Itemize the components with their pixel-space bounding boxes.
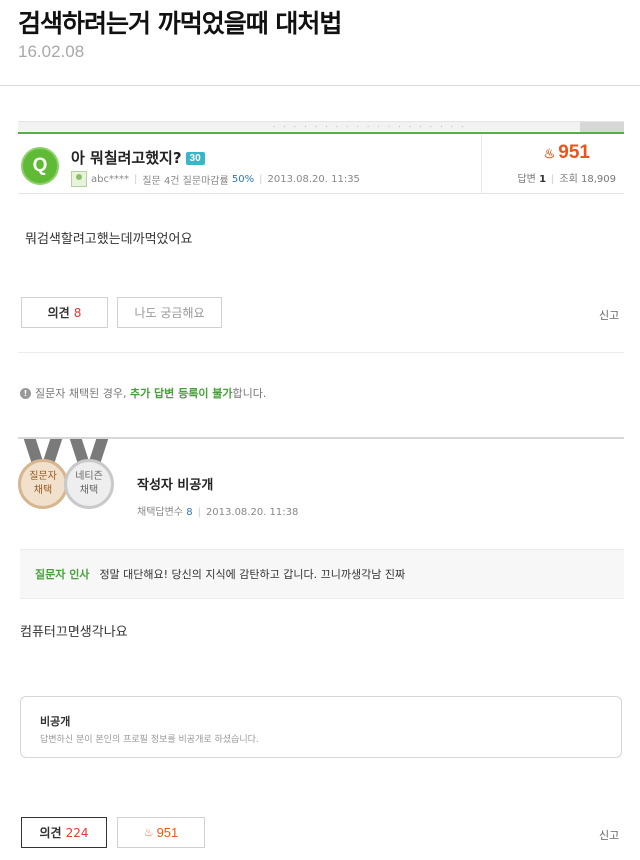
asker-adopted-medal-icon: 질문자 채택: [18, 439, 68, 521]
answer-meta: 채택답변수 8 | 2013.08.20. 11:38: [137, 507, 299, 518]
question-title-text: 아 뭐칠려고했지?: [71, 149, 182, 167]
private-profile-desc: 답변하신 분이 본인의 프로필 정보를 비공개로 하셨습니다.: [40, 735, 259, 745]
question-datetime: 2013.08.20. 11:35: [267, 173, 360, 185]
post-header: 검색하려는거 까먹었을때 대처법 16.02.08: [0, 0, 640, 86]
notice-highlight: 추가 답변 등록이 불가: [129, 387, 233, 400]
answer-count: 1: [539, 174, 547, 185]
question-stats-box: ♨ 951 답변 1 | 조회 18,909: [481, 134, 624, 194]
avatar-icon[interactable]: [71, 171, 87, 187]
question-stats: 질문 4건 질문마감률: [142, 175, 229, 187]
answer-report-link[interactable]: 신고: [599, 827, 619, 843]
info-icon: !: [20, 387, 31, 399]
question-body: 뭐검색할려고했는데까먹었어요: [25, 232, 193, 247]
private-profile-title: 비공개: [40, 715, 71, 728]
view-count: 18,909: [581, 174, 616, 185]
points-badge: 30: [185, 152, 205, 165]
adopted-count: 8: [186, 507, 193, 518]
opinion-button[interactable]: 의견 8: [21, 297, 108, 328]
answer-body: 컴퓨터끄면생각나요: [20, 625, 128, 640]
thanks-text: 정말 대단해요! 당신의 지식에 감탄하고 갑니다. 끄니까생각남 진짜: [99, 568, 406, 581]
post-title: 검색하려는거 까먹었을때 대처법: [18, 9, 342, 38]
answer-opinion-count: 224: [65, 825, 89, 840]
private-profile-box: 비공개 답변하신 분이 본인의 프로필 정보를 비공개로 하셨습니다.: [20, 696, 622, 758]
answer-header: 질문자 채택 네티즌 채택 작성자 비공개 채택답변수 8 | 2013.08.20…: [18, 437, 624, 523]
question-username[interactable]: abc****: [91, 174, 129, 185]
answer-datetime: 2013.08.20. 11:38: [205, 507, 299, 518]
asker-thanks-box: 질문자 인사 정말 대단해요! 당신의 지식에 감탄하고 갑니다. 끄니까생각남…: [20, 549, 624, 599]
bounty-amount: ♨ 951: [543, 142, 590, 163]
thanks-label: 질문자 인사: [35, 568, 90, 581]
cropped-top-strip: · · · · · · · · · · · · · · · · · · ·: [18, 121, 624, 132]
answer-opinion-button[interactable]: 의견 224: [21, 817, 107, 848]
opinion-count: 8: [73, 305, 82, 320]
question-q-icon: Q: [21, 147, 59, 185]
divider: [18, 352, 624, 353]
netizen-adopted-medal-icon: 네티즌 채택: [64, 439, 114, 521]
captured-screenshot: · · · · · · · · · · · · · · · · · · · Q …: [0, 87, 640, 860]
question-header: Q 아 뭐칠려고했지? 30 abc**** | 질문 4건 질문마감률 50% …: [18, 132, 624, 194]
answer-bounty-button[interactable]: ♨ 951: [117, 817, 205, 848]
adoption-notice: ! 질문자 채택된 경우, 추가 답변 등록이 불가 합니다.: [20, 385, 266, 401]
close-rate: 50%: [231, 173, 255, 185]
money-bag-icon: ♨: [543, 146, 556, 161]
answer-view-counts: 답변 1 | 조회 18,909: [517, 174, 616, 185]
post-date: 16.02.08: [18, 42, 85, 61]
me-too-curious-button[interactable]: 나도 궁금해요: [117, 297, 222, 328]
answer-author: 작성자 비공개: [137, 478, 214, 493]
report-link[interactable]: 신고: [599, 307, 619, 323]
money-bag-icon: ♨: [143, 827, 154, 839]
question-meta: abc**** | 질문 4건 질문마감률 50% | 2013.08.20. …: [71, 171, 360, 187]
question-title[interactable]: 아 뭐칠려고했지? 30: [71, 147, 205, 168]
